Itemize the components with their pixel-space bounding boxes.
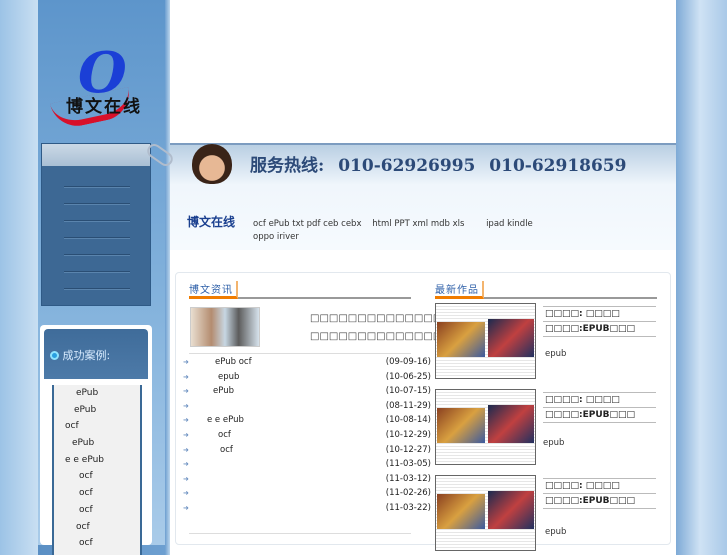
news-item[interactable]: ➜ ocf (10-12-29) [183,428,431,443]
arrow-icon: ➜ [183,474,189,483]
news-image[interactable] [190,307,260,347]
news-item[interactable]: ➜ ePub ocf (09-09-16) [183,355,431,370]
formats-text: ocf ePub txt pdf ceb cebx html PPT xml m… [253,219,641,242]
work-desc: epub [543,438,565,448]
arrow-icon: ➜ [183,460,189,469]
news-item-title[interactable]: ocf [218,428,231,443]
news-item-date: (10-12-27) [385,444,431,455]
work-line1: □□□□: □□□□ [543,306,656,321]
case-item[interactable]: ocf [54,418,140,435]
arrow-icon: ➜ [183,401,189,410]
menu-item[interactable] [64,220,130,222]
arrow-icon: ➜ [183,489,189,498]
logo-text: 博文在线 [66,97,142,117]
case-item[interactable]: ocf [54,519,140,536]
news-item-date: (11-03-05) [385,459,431,470]
divider [543,422,656,425]
news-item-date: (11-03-12) [385,473,431,484]
menu-item[interactable] [64,254,130,256]
news-intro: □□□□□□□□□□□□□□ □□□□□□□□□□□□□□ [310,313,443,342]
work-thumbnail[interactable] [435,475,536,551]
news-item-title[interactable]: ePub [213,384,234,399]
news-item[interactable]: ➜ (11-03-12) [183,472,431,487]
news-item[interactable]: ➜ e e ePub (10-08-14) [183,413,431,428]
menu-item[interactable] [64,186,130,188]
work-thumbnail[interactable] [435,303,536,379]
success-cases-box: 成功案例: ePub ePub ocf ePub e e ePub ocf oc… [40,325,152,555]
case-item[interactable]: ocf [54,485,140,502]
case-item[interactable]: ePub [54,385,140,402]
news-title: 博文资讯 [189,281,411,299]
case-item[interactable]: ePub [54,435,140,452]
news-item-date: (10-12-29) [385,430,431,440]
target-icon [50,351,59,360]
support-agent-image [192,144,232,184]
news-item[interactable]: ➜ epub (10-06-25) [183,370,431,385]
menu-item[interactable] [64,203,130,205]
case-item[interactable]: ePub [54,402,140,419]
menu-item[interactable] [64,237,130,239]
work-line1: □□□□: □□□□ [543,392,656,407]
news-item-title[interactable]: e e ePub [207,413,244,428]
work-line2: □□□□:EPUB□□□ [543,493,656,508]
news-item[interactable]: ➜ (11-03-05) [183,457,431,472]
arrow-icon: ➜ [183,445,189,454]
arrow-icon: ➜ [183,372,189,381]
news-item-title[interactable]: ocf [220,443,233,458]
arrow-icon: ➜ [183,387,189,396]
hotline-label: 服务热线: [250,156,325,176]
work-line2: □□□□:EPUB□□□ [543,407,656,422]
menu-item[interactable] [64,288,130,290]
news-item-date: (08-11-29) [385,400,431,411]
arrow-icon: ➜ [183,431,189,439]
menu-header [42,144,150,166]
cases-list[interactable]: ePub ePub ocf ePub e e ePub ocf ocf ocf … [52,385,142,555]
news-item-title[interactable]: epub [218,370,239,385]
work-desc: epub [545,349,567,359]
divider [543,336,656,339]
news-item[interactable]: ➜ (11-02-26) [183,486,431,501]
menu-item[interactable] [64,271,130,273]
news-item-date: (10-07-15) [385,386,431,397]
news-item-date: (11-03-22) [385,503,431,513]
hotline: 服务热线: 010-62926995 010-62918659 [250,151,626,176]
news-item-title[interactable]: ePub ocf [215,355,252,370]
work-line2: □□□□:EPUB□□□ [543,321,656,336]
brand-label: 博文在线 [187,215,236,229]
news-item-date: (09-09-16) [385,357,431,367]
phone-1: 010-62926995 [338,156,476,176]
work-desc: epub [545,527,567,537]
news-item-date: (10-06-25) [385,371,431,382]
cases-header: 成功案例: [44,329,148,379]
arrow-icon: ➜ [183,504,189,512]
side-menu [41,143,151,306]
case-item[interactable]: ocf [54,468,140,485]
news-item-date: (10-08-14) [385,415,431,426]
case-item[interactable]: ocf [54,535,140,552]
case-item[interactable]: ocf [54,502,140,519]
news-item-date: (11-02-26) [385,488,431,499]
news-item[interactable]: ➜ ocf (10-12-27) [183,443,431,458]
divider [543,508,656,511]
case-item[interactable]: e e ePub [54,452,140,469]
divider [189,353,411,354]
news-item[interactable]: ➜ (11-03-22) [183,501,431,516]
arrow-icon: ➜ [183,416,189,425]
phone-2: 010-62918659 [489,156,627,176]
news-item[interactable]: ➜ (08-11-29) [183,399,431,414]
work-thumbnail[interactable] [435,389,536,465]
news-item[interactable]: ➜ ePub (10-07-15) [183,384,431,399]
divider [189,533,411,534]
work-line1: □□□□: □□□□ [543,478,656,493]
works-title: 最新作品 [435,281,657,299]
cases-title: 成功案例: [62,349,111,362]
arrow-icon: ➜ [183,358,189,366]
